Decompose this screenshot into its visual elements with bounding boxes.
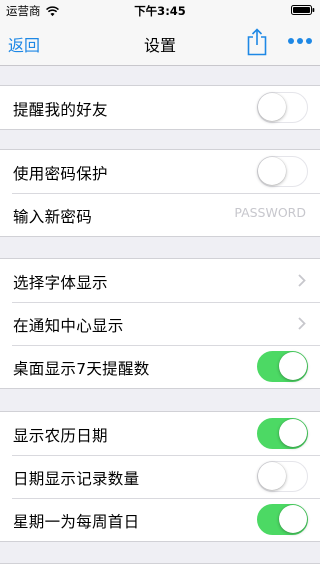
setting-row-desktop-reminder: 桌面显示7天提醒数 bbox=[0, 345, 320, 388]
status-bar: 运营商 下午3:45 bbox=[0, 0, 320, 20]
settings-group-friends: 提醒我的好友 bbox=[0, 85, 320, 130]
share-icon[interactable] bbox=[245, 28, 269, 56]
setting-row-font-display[interactable]: 选择字体显示 bbox=[0, 259, 320, 302]
setting-label: 日期显示记录数量 bbox=[13, 470, 140, 488]
setting-row-monday-first: 星期一为每周首日 bbox=[0, 498, 320, 541]
settings-group-password: 使用密码保护 输入新密码 bbox=[0, 149, 320, 237]
chevron-right-icon bbox=[298, 317, 306, 330]
toggle-knob bbox=[258, 157, 286, 185]
toggle-knob bbox=[279, 352, 307, 380]
password-protect-toggle[interactable] bbox=[257, 156, 308, 187]
setting-label: 在通知中心显示 bbox=[13, 317, 124, 335]
navigation-bar: 返回 设置 bbox=[0, 20, 320, 66]
setting-row-record-count: 日期显示记录数量 bbox=[0, 455, 320, 498]
setting-label: 提醒我的好友 bbox=[13, 101, 108, 119]
setting-row-lunar-date: 显示农历日期 bbox=[0, 412, 320, 455]
setting-label: 使用密码保护 bbox=[13, 165, 108, 183]
desktop-reminder-toggle[interactable] bbox=[257, 351, 308, 382]
settings-group-calendar: 显示农历日期 日期显示记录数量 星期一为每周首日 bbox=[0, 411, 320, 542]
setting-row-remind-friends: 提醒我的好友 bbox=[0, 86, 320, 129]
lunar-date-toggle[interactable] bbox=[257, 418, 308, 449]
setting-label: 桌面显示7天提醒数 bbox=[13, 360, 150, 378]
setting-label: 显示农历日期 bbox=[13, 427, 108, 445]
setting-label: 星期一为每周首日 bbox=[13, 513, 140, 531]
battery-icon bbox=[291, 5, 315, 15]
toggle-knob bbox=[279, 505, 307, 533]
more-icon[interactable] bbox=[287, 36, 313, 46]
toggle-knob bbox=[258, 93, 286, 121]
page-title: 设置 bbox=[143, 36, 176, 55]
setting-label: 输入新密码 bbox=[13, 208, 93, 226]
setting-row-password-protect: 使用密码保护 bbox=[0, 150, 320, 193]
toggle-knob bbox=[279, 419, 307, 447]
toggle-knob bbox=[258, 462, 286, 490]
status-time: 下午3:45 bbox=[134, 4, 186, 18]
monday-first-toggle[interactable] bbox=[257, 504, 308, 535]
new-password-input[interactable] bbox=[186, 205, 306, 220]
record-count-toggle[interactable] bbox=[257, 461, 308, 492]
remind-friends-toggle[interactable] bbox=[257, 92, 308, 123]
setting-row-notification-center[interactable]: 在通知中心显示 bbox=[0, 302, 320, 345]
setting-row-new-password: 输入新密码 bbox=[0, 193, 320, 236]
setting-label: 选择字体显示 bbox=[13, 274, 108, 292]
settings-group-display: 选择字体显示 在通知中心显示 桌面显示7天提醒数 bbox=[0, 258, 320, 389]
chevron-right-icon bbox=[298, 274, 306, 287]
